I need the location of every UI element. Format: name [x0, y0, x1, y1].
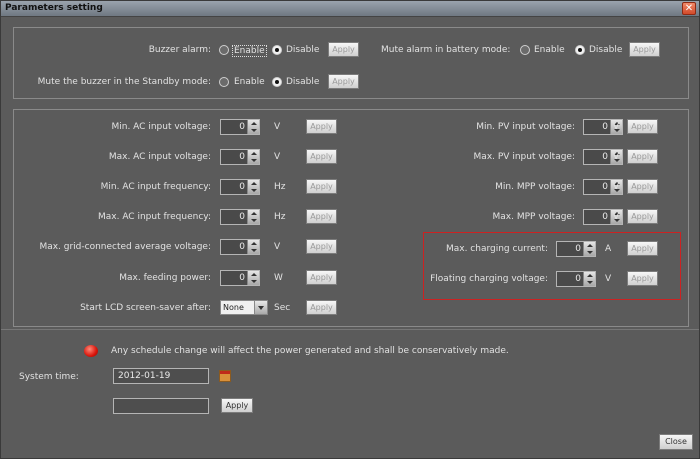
time-input-field[interactable]	[113, 398, 209, 414]
unit-label: V	[613, 212, 620, 222]
unit-label: V	[613, 122, 620, 132]
max-feeding-power-label: Max. feeding power:	[119, 273, 211, 283]
max-ac-input-voltage-label: Max. AC input voltage:	[108, 152, 211, 162]
mute-standby-apply-button[interactable]: Apply	[328, 74, 359, 89]
warning-icon	[84, 345, 98, 357]
max-ac-input-voltage-spinner[interactable]: 0	[220, 149, 260, 165]
max-charging-current-apply-button[interactable]: Apply	[627, 241, 658, 256]
mute-battery-disable-radio[interactable]	[575, 45, 585, 55]
unit-label: Hz	[274, 182, 286, 192]
max-ac-input-frequency-apply-button[interactable]: Apply	[306, 209, 337, 224]
max-mpp-voltage-apply-button[interactable]: Apply	[627, 209, 658, 224]
schedule-warning-text: Any schedule change will affect the powe…	[111, 346, 509, 356]
buzzer-enable-radio[interactable]	[219, 45, 229, 55]
unit-label: V	[613, 182, 620, 192]
unit-label: V	[274, 242, 281, 252]
lcd-screensaver-label: Start LCD screen-saver after:	[80, 303, 211, 313]
unit-label: V	[274, 152, 281, 162]
min-ac-input-frequency-spinner[interactable]: 0	[220, 179, 260, 195]
mute-standby-disable-radio[interactable]	[272, 77, 282, 87]
buzzer-disable-label: Disable	[286, 45, 320, 55]
parameters-setting-window: Parameters setting ✕ Buzzer alarm: Enabl…	[0, 0, 700, 459]
system-time-label: System time:	[19, 372, 79, 382]
calendar-icon[interactable]	[219, 370, 231, 382]
window-title: Parameters setting	[5, 3, 103, 13]
max-feeding-power-apply-button[interactable]: Apply	[306, 270, 337, 285]
title-bar: Parameters setting ✕	[1, 1, 699, 17]
max-pv-input-voltage-label: Max. PV input voltage:	[473, 152, 575, 162]
buzzer-disable-radio[interactable]	[272, 45, 282, 55]
chevron-down-icon	[254, 301, 267, 314]
floating-charging-voltage-apply-button[interactable]: Apply	[627, 271, 658, 286]
unit-label: A	[605, 244, 612, 254]
max-ac-input-voltage-apply-button[interactable]: Apply	[306, 149, 337, 164]
close-icon[interactable]: ✕	[682, 2, 696, 15]
min-mpp-voltage-label: Min. MPP voltage:	[495, 182, 575, 192]
min-ac-input-voltage-apply-button[interactable]: Apply	[306, 119, 337, 134]
max-charging-current-label: Max. charging current:	[445, 244, 548, 254]
max-grid-connected-average-voltage-label: Max. grid-connected average voltage:	[39, 242, 211, 252]
system-time-field[interactable]: 2012-01-19	[113, 368, 209, 384]
min-ac-input-voltage-spinner[interactable]: 0	[220, 119, 260, 135]
floating-charging-voltage-label: Floating charging voltage:	[430, 274, 548, 284]
mute-standby-enable-radio[interactable]	[219, 77, 229, 87]
mute-battery-apply-button[interactable]: Apply	[629, 42, 660, 57]
max-mpp-voltage-label: Max. MPP voltage:	[492, 212, 575, 222]
max-ac-input-frequency-label: Max. AC input frequency:	[97, 212, 211, 222]
close-button[interactable]: Close	[659, 434, 693, 450]
unit-label: V	[605, 274, 612, 284]
mute-battery-enable-label: Enable	[534, 45, 565, 55]
max-charging-current-spinner[interactable]: 0	[556, 241, 596, 257]
divider	[1, 329, 699, 330]
max-grid-connected-average-voltage-spinner[interactable]: 0	[220, 239, 260, 255]
mute-standby-enable-label: Enable	[234, 77, 265, 87]
max-feeding-power-spinner[interactable]: 0	[220, 270, 260, 286]
min-pv-input-voltage-label: Min. PV input voltage:	[476, 122, 575, 132]
max-ac-input-frequency-spinner[interactable]: 0	[220, 209, 260, 225]
mute-standby-label: Mute the buzzer in the Standby mode:	[37, 77, 211, 87]
buzzer-enable-label: Enable	[232, 45, 267, 57]
max-pv-input-voltage-apply-button[interactable]: Apply	[627, 149, 658, 164]
system-time-apply-button[interactable]: Apply	[221, 398, 253, 413]
unit-label: V	[274, 122, 281, 132]
min-ac-input-frequency-apply-button[interactable]: Apply	[306, 179, 337, 194]
unit-label: Sec	[274, 303, 291, 313]
unit-label: W	[274, 273, 283, 283]
mute-standby-disable-label: Disable	[286, 77, 320, 87]
min-ac-input-frequency-label: Min. AC input frequency:	[100, 182, 211, 192]
min-mpp-voltage-apply-button[interactable]: Apply	[627, 179, 658, 194]
mute-battery-enable-radio[interactable]	[520, 45, 530, 55]
mute-battery-label: Mute alarm in battery mode:	[381, 45, 511, 55]
buzzer-apply-button[interactable]: Apply	[328, 42, 359, 57]
unit-label: V	[613, 152, 620, 162]
mute-battery-disable-label: Disable	[589, 45, 623, 55]
lcd-screensaver-apply-button[interactable]: Apply	[306, 300, 337, 315]
unit-label: Hz	[274, 212, 286, 222]
max-grid-connected-average-voltage-apply-button[interactable]: Apply	[306, 239, 337, 254]
min-ac-input-voltage-label: Min. AC input voltage:	[111, 122, 211, 132]
min-pv-input-voltage-apply-button[interactable]: Apply	[627, 119, 658, 134]
lcd-screensaver-select[interactable]: None	[220, 300, 268, 315]
floating-charging-voltage-spinner[interactable]: 0	[556, 271, 596, 287]
buzzer-alarm-label: Buzzer alarm:	[148, 45, 211, 55]
